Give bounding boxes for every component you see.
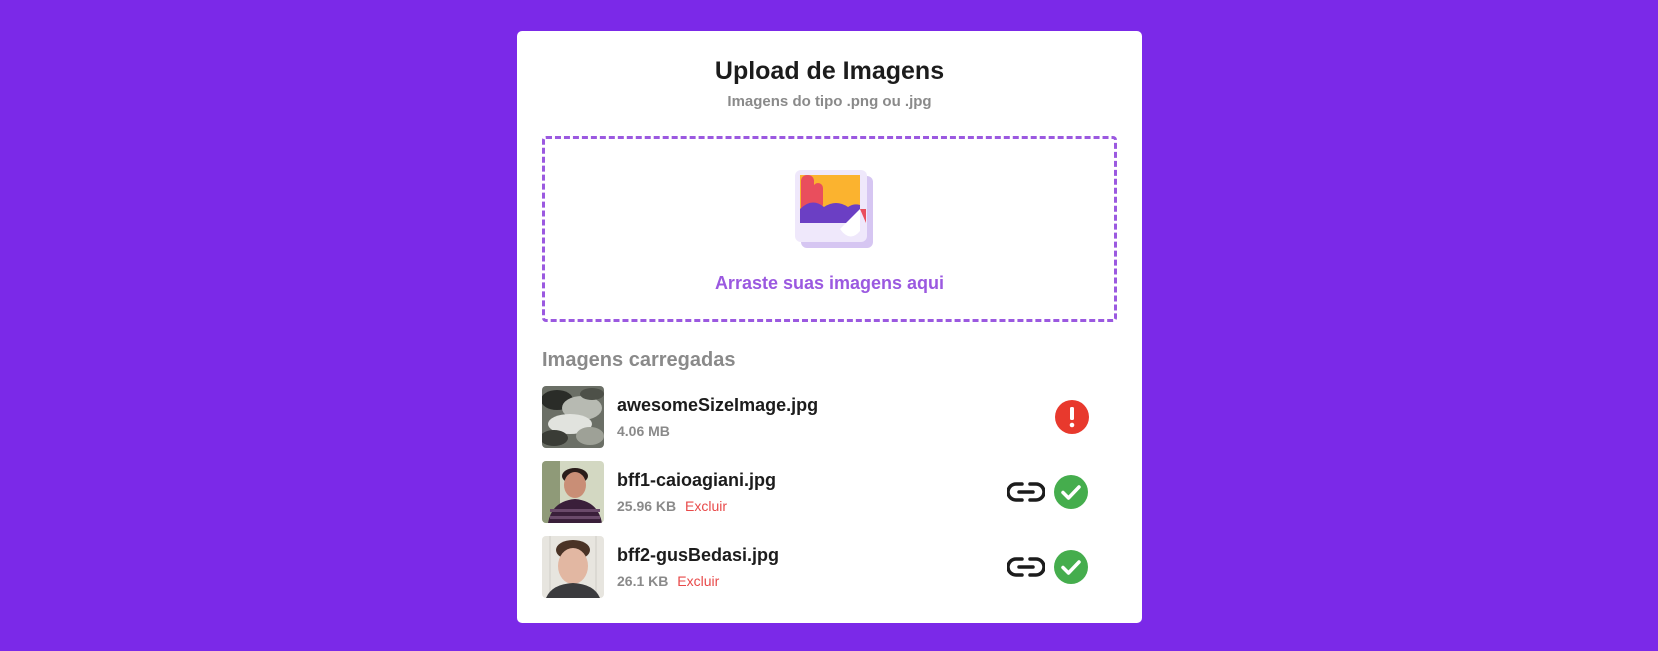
file-size: 25.96 KB (617, 498, 677, 514)
file-thumbnail (542, 461, 604, 523)
file-thumbnail (542, 386, 604, 448)
file-size: 4.06 MB (617, 423, 670, 439)
file-size: 26.1 KB (617, 573, 669, 589)
page-subtitle: Imagens do tipo .png ou .jpg (727, 93, 932, 110)
check-icon (1054, 550, 1088, 584)
check-icon (1054, 475, 1088, 509)
file-thumbnail (542, 536, 604, 598)
link-icon[interactable] (1007, 480, 1045, 504)
file-meta: 4.06 MB (617, 423, 670, 439)
uploaded-list-heading: Imagens carregadas (542, 349, 736, 371)
file-row: awesomeSizeImage.jpg 4.06 MB (542, 386, 1117, 448)
delete-link[interactable]: Excluir (685, 498, 727, 514)
image-dropzone[interactable]: Arraste suas imagens aqui (542, 136, 1117, 322)
file-meta: 25.96 KB Excluir (617, 498, 727, 514)
error-icon (1055, 400, 1089, 434)
image-upload-icon (795, 170, 873, 248)
upload-card: Upload de Imagens Imagens do tipo .png o… (517, 31, 1142, 623)
delete-link[interactable]: Excluir (677, 573, 719, 589)
file-name: bff1-caioagiani.jpg (617, 470, 777, 490)
file-row: bff2-gusBedasi.jpg 26.1 KB Excluir (542, 536, 1117, 598)
dropzone-label: Arraste suas imagens aqui (714, 273, 945, 293)
file-meta: 26.1 KB Excluir (617, 573, 719, 589)
file-name: awesomeSizeImage.jpg (617, 395, 819, 415)
link-icon[interactable] (1007, 555, 1045, 579)
file-name: bff2-gusBedasi.jpg (617, 545, 780, 565)
page-title: Upload de Imagens (714, 57, 945, 85)
file-row: bff1-caioagiani.jpg 25.96 KB Excluir (542, 461, 1117, 523)
